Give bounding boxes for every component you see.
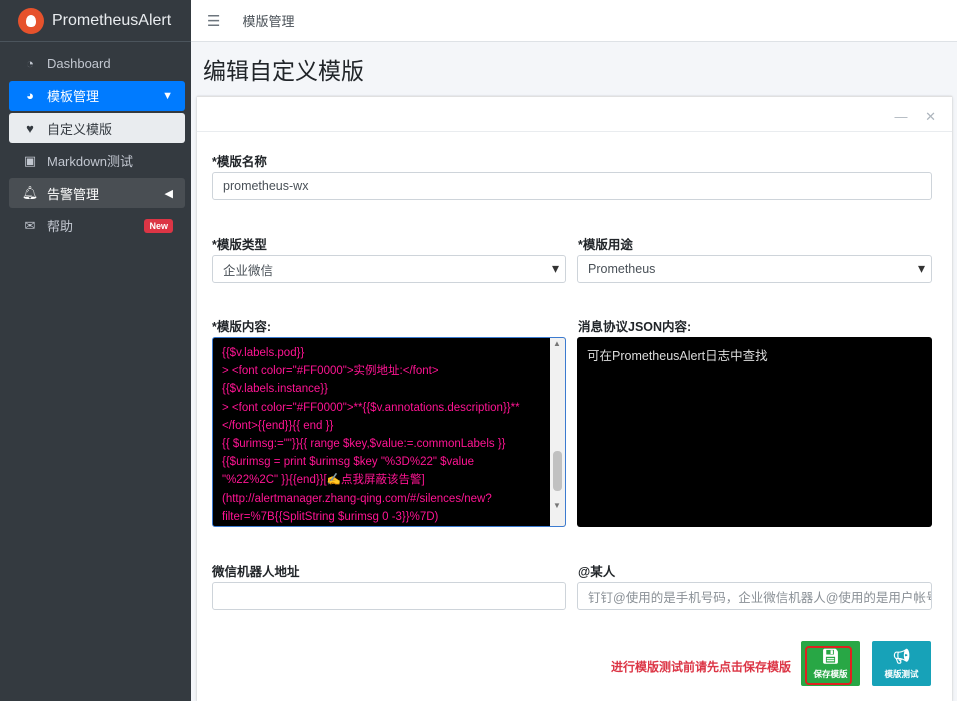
- bell-icon: 🔔︎: [21, 185, 39, 200]
- breadcrumb[interactable]: 模版管理: [242, 11, 294, 30]
- brand[interactable]: PrometheusAlert: [0, 0, 191, 42]
- topbar: ☰ 模版管理: [191, 0, 957, 42]
- sidebar-item-help[interactable]: ✉ 帮助 New: [9, 211, 185, 241]
- textarea-scrollbar[interactable]: ▲ ▼: [550, 338, 565, 526]
- template-usage-select[interactable]: Prometheus: [577, 255, 932, 283]
- template-content-textarea[interactable]: {{$v.labels.pod}} > <font color="#FF0000"…: [212, 337, 566, 527]
- image-icon: ▣: [23, 152, 37, 168]
- save-warning-text: 进行模版测试前请先点击保存模版: [611, 660, 792, 674]
- scrollbar-thumb[interactable]: [553, 451, 562, 491]
- sidebar-item-custom-template[interactable]: ♥ 自定义模版: [9, 113, 185, 143]
- code-line: {{$v.labels.pod}}: [222, 347, 305, 359]
- megaphone-icon: 📢︎: [892, 647, 911, 664]
- code-line: {{$v.labels.instance}}: [222, 383, 328, 396]
- code-line: {{$urimsg = print $urimsg $key "%3D%22" …: [222, 456, 475, 469]
- wechat-robot-label: 微信机器人地址: [212, 565, 300, 579]
- json-content-label: 消息协议JSON内容:: [578, 320, 692, 334]
- mention-input[interactable]: 钉钉@使用的是手机号码，企业微信机器人@使用的是用户帐号: [577, 582, 932, 610]
- template-usage-value: Prometheus: [588, 262, 656, 276]
- brand-name: PrometheusAlert: [52, 11, 172, 29]
- sidebar-nav: ◔ Dashboard ◕ 模板管理 ▼ ♥ 自定义模版 ▣ Markdown测…: [0, 42, 191, 241]
- menu-toggle-icon[interactable]: ☰: [207, 12, 220, 30]
- template-name-input[interactable]: prometheus-wx: [212, 172, 932, 200]
- sidebar-item-dashboard[interactable]: ◔ Dashboard: [9, 48, 185, 78]
- template-type-value: 企业微信: [223, 263, 274, 278]
- sidebar-item-label: 模板管理: [47, 89, 100, 104]
- code-line: "%22%2C" }}{{end}}[✍️点我屏蔽该告警]: [222, 474, 425, 487]
- mention-label: @某人: [578, 565, 616, 579]
- code-line: filter=%7B{{SplitString $urimsg 0 -3}}%7…: [222, 510, 439, 523]
- code-line: > <font color="#FF0000">**{{$v.annotatio…: [222, 401, 520, 414]
- sidebar-item-label: 告警管理: [47, 186, 100, 202]
- envelope-icon: ✉: [24, 217, 36, 233]
- json-content-textarea[interactable]: 可在PrometheusAlert日志中查找: [577, 337, 932, 527]
- template-name-label: *模版名称: [212, 155, 267, 169]
- wechat-robot-input[interactable]: [212, 582, 566, 610]
- test-template-label: 模版测试: [884, 668, 919, 679]
- sidebar-item-label: 帮助: [47, 219, 74, 234]
- test-template-button[interactable]: 📢︎ 模版测试: [872, 641, 931, 686]
- dashboard-icon: ◔: [26, 55, 34, 71]
- sidebar-item-label: Markdown测试: [47, 154, 133, 169]
- prometheus-logo-icon: [18, 7, 44, 34]
- scroll-down-icon[interactable]: ▼: [553, 501, 561, 510]
- sidebar-item-alert-management[interactable]: 🔔︎ 告警管理 ◀: [9, 178, 185, 208]
- sidebar-item-markdown-test[interactable]: ▣ Markdown测试: [9, 146, 185, 176]
- code-line: {{ $urimsg:=""}}{{ range $key,$value:=.c…: [222, 438, 506, 451]
- code-line: </font>{{end}}{{ end }}: [222, 419, 334, 432]
- save-template-button[interactable]: 💾︎ 保存模版: [801, 641, 860, 686]
- card-divider: [197, 131, 952, 132]
- template-content-lines: {{$v.labels.pod}} > <font color="#FF0000"…: [222, 338, 547, 526]
- scroll-up-icon[interactable]: ▲: [553, 339, 561, 348]
- template-content-label: *模版内容:: [212, 320, 272, 334]
- sidebar-item-template-management[interactable]: ◕ 模板管理 ▼: [9, 80, 185, 111]
- heart-icon: ♥: [26, 120, 34, 136]
- sidebar-item-label: 自定义模版: [47, 121, 113, 137]
- code-line: > <font color="#FF0000">实例地址:</font>: [222, 365, 439, 378]
- template-usage-label: *模版用途: [578, 238, 633, 252]
- pie-chart-icon: ◕: [26, 88, 34, 103]
- card-tools: — ✕: [880, 109, 936, 125]
- collapse-icon[interactable]: —: [894, 109, 907, 124]
- close-icon[interactable]: ✕: [925, 109, 936, 124]
- template-type-label: *模版类型: [212, 238, 267, 252]
- chevron-down-icon: ▼: [162, 89, 173, 102]
- sidebar: PrometheusAlert ◔ Dashboard ◕ 模板管理 ▼ ♥ 自…: [0, 0, 191, 701]
- highlight-ring: [805, 646, 852, 685]
- code-line: (http://alertmanager.zhang-qing.com/#/si…: [222, 492, 492, 505]
- chevron-left-icon: ◀: [164, 187, 173, 200]
- new-badge: New: [144, 218, 173, 233]
- sidebar-item-label: Dashboard: [47, 55, 111, 71]
- page-title: 编辑自定义模版: [203, 58, 364, 84]
- template-type-select[interactable]: 企业微信: [212, 255, 566, 283]
- json-content-text: 可在PrometheusAlert日志中查找: [587, 349, 768, 363]
